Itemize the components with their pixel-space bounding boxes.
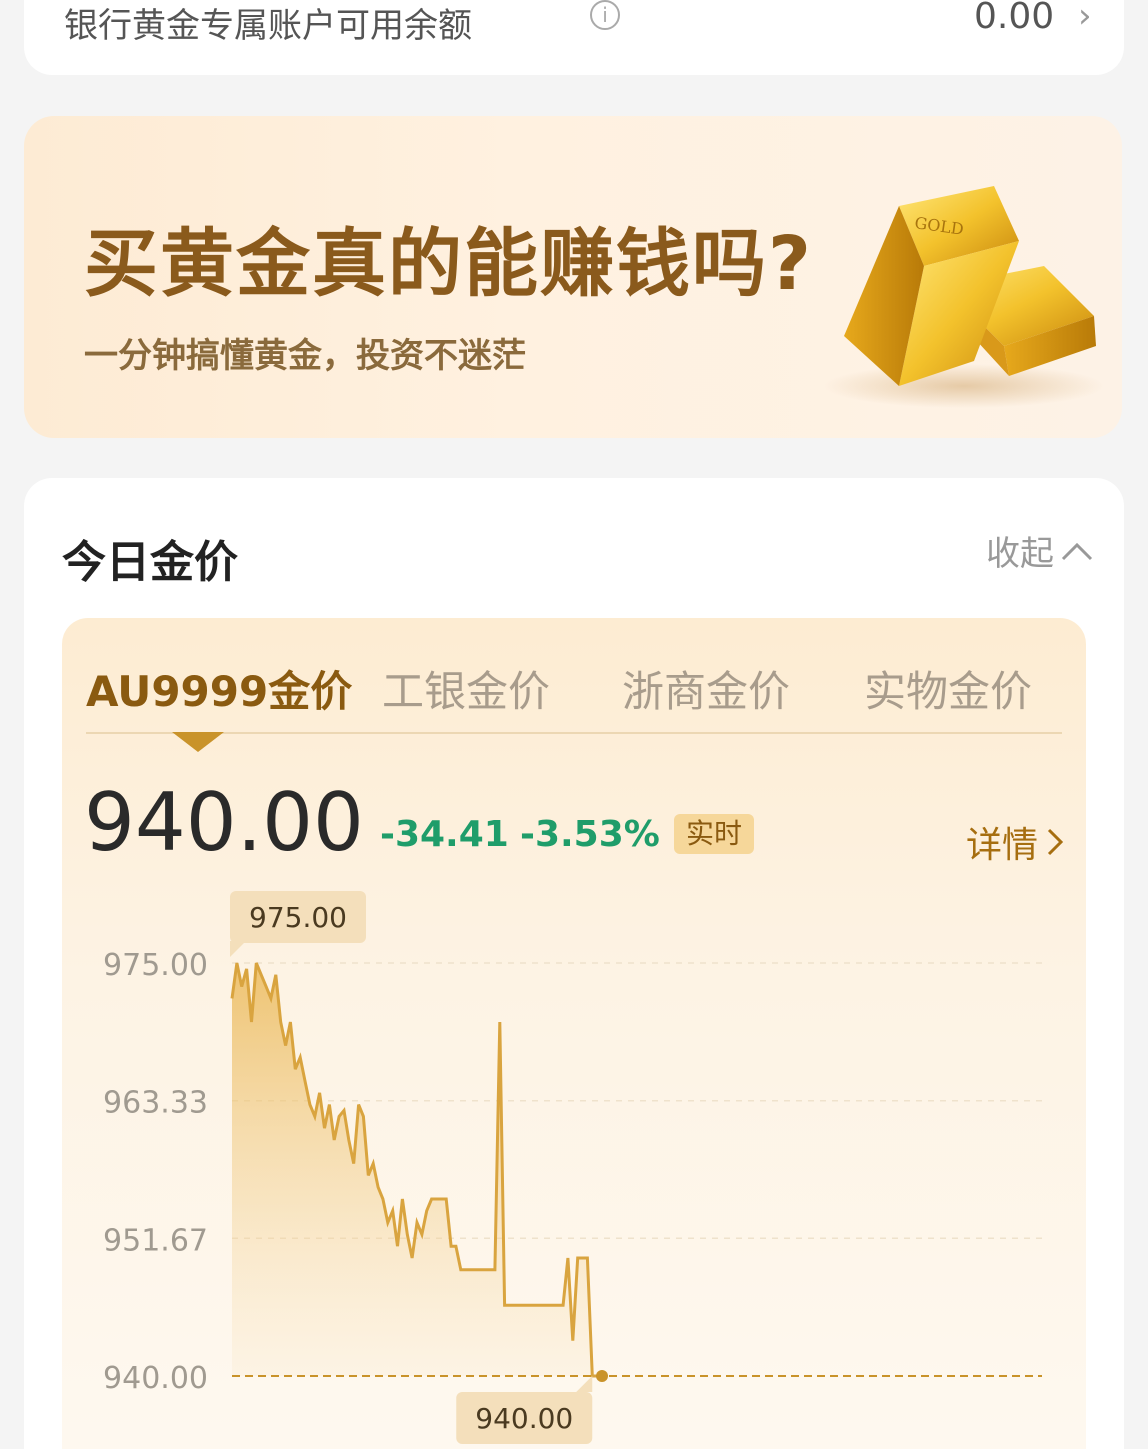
gold-price-card: 今日金价 收起 AU9999金价 工银金价 浙商金价 实物金价 940.00 -… [24, 478, 1124, 1449]
min-label-pointer [576, 1376, 593, 1392]
y-tick-label: 963.33 [103, 1086, 208, 1121]
tab-czbank[interactable]: 浙商金价 [622, 658, 790, 719]
max-label: 975.00 [249, 901, 347, 934]
price-area [232, 963, 602, 1376]
max-label-pointer [230, 941, 246, 957]
realtime-badge: 实时 [674, 814, 755, 854]
price-chart: 975.00 963.33 951.67 940.00 975.00 940.00 [103, 891, 1042, 1444]
chevron-up-icon [1061, 542, 1093, 560]
price-change-absolute: -34.41 [380, 814, 509, 855]
info-icon[interactable]: i [590, 0, 620, 30]
detail-label: 详情 [965, 825, 1038, 866]
chevron-right-icon [1047, 828, 1064, 856]
detail-link[interactable]: 详情 [966, 816, 1064, 868]
current-price: 940.00 [84, 776, 364, 869]
account-balance-card[interactable]: 银行黄金专属账户可用余额 i 0.00 › [24, 0, 1124, 75]
tab-au9999[interactable]: AU9999金价 [86, 658, 352, 719]
gold-price-panel: AU9999金价 工银金价 浙商金价 实物金价 940.00 -34.41 -3… [62, 618, 1086, 1449]
collapse-label: 收起 [986, 534, 1054, 574]
current-price-dot [596, 1370, 608, 1382]
min-label: 940.00 [475, 1402, 573, 1435]
y-tick-label: 940.00 [103, 1361, 208, 1396]
collapse-button[interactable]: 收起 [986, 526, 1094, 575]
gold-bars-icon: GOLD [824, 186, 1104, 408]
promo-banner[interactable]: 买黄金真的能赚钱吗? 一分钟搞懂黄金，投资不迷茫 GOLD [24, 116, 1122, 438]
tab-icbc[interactable]: 工银金价 [382, 658, 550, 719]
tab-indicator [172, 732, 224, 752]
account-balance-value: 0.00 [974, 0, 1055, 37]
y-tick-label: 951.67 [103, 1223, 208, 1258]
banner-title: 买黄金真的能赚钱吗? [84, 221, 813, 307]
tab-physical[interactable]: 实物金价 [864, 658, 1032, 719]
y-tick-label: 975.00 [103, 948, 208, 983]
chevron-right-icon[interactable]: › [1078, 0, 1092, 36]
banner-subtitle: 一分钟搞懂黄金，投资不迷茫 [84, 336, 526, 376]
section-title: 今日金价 [62, 537, 238, 588]
price-tabs: AU9999金价 工银金价 浙商金价 实物金价 [86, 654, 1062, 734]
account-balance-label: 银行黄金专属账户可用余额 [64, 6, 472, 46]
price-change-percent: -3.53% [520, 814, 660, 855]
